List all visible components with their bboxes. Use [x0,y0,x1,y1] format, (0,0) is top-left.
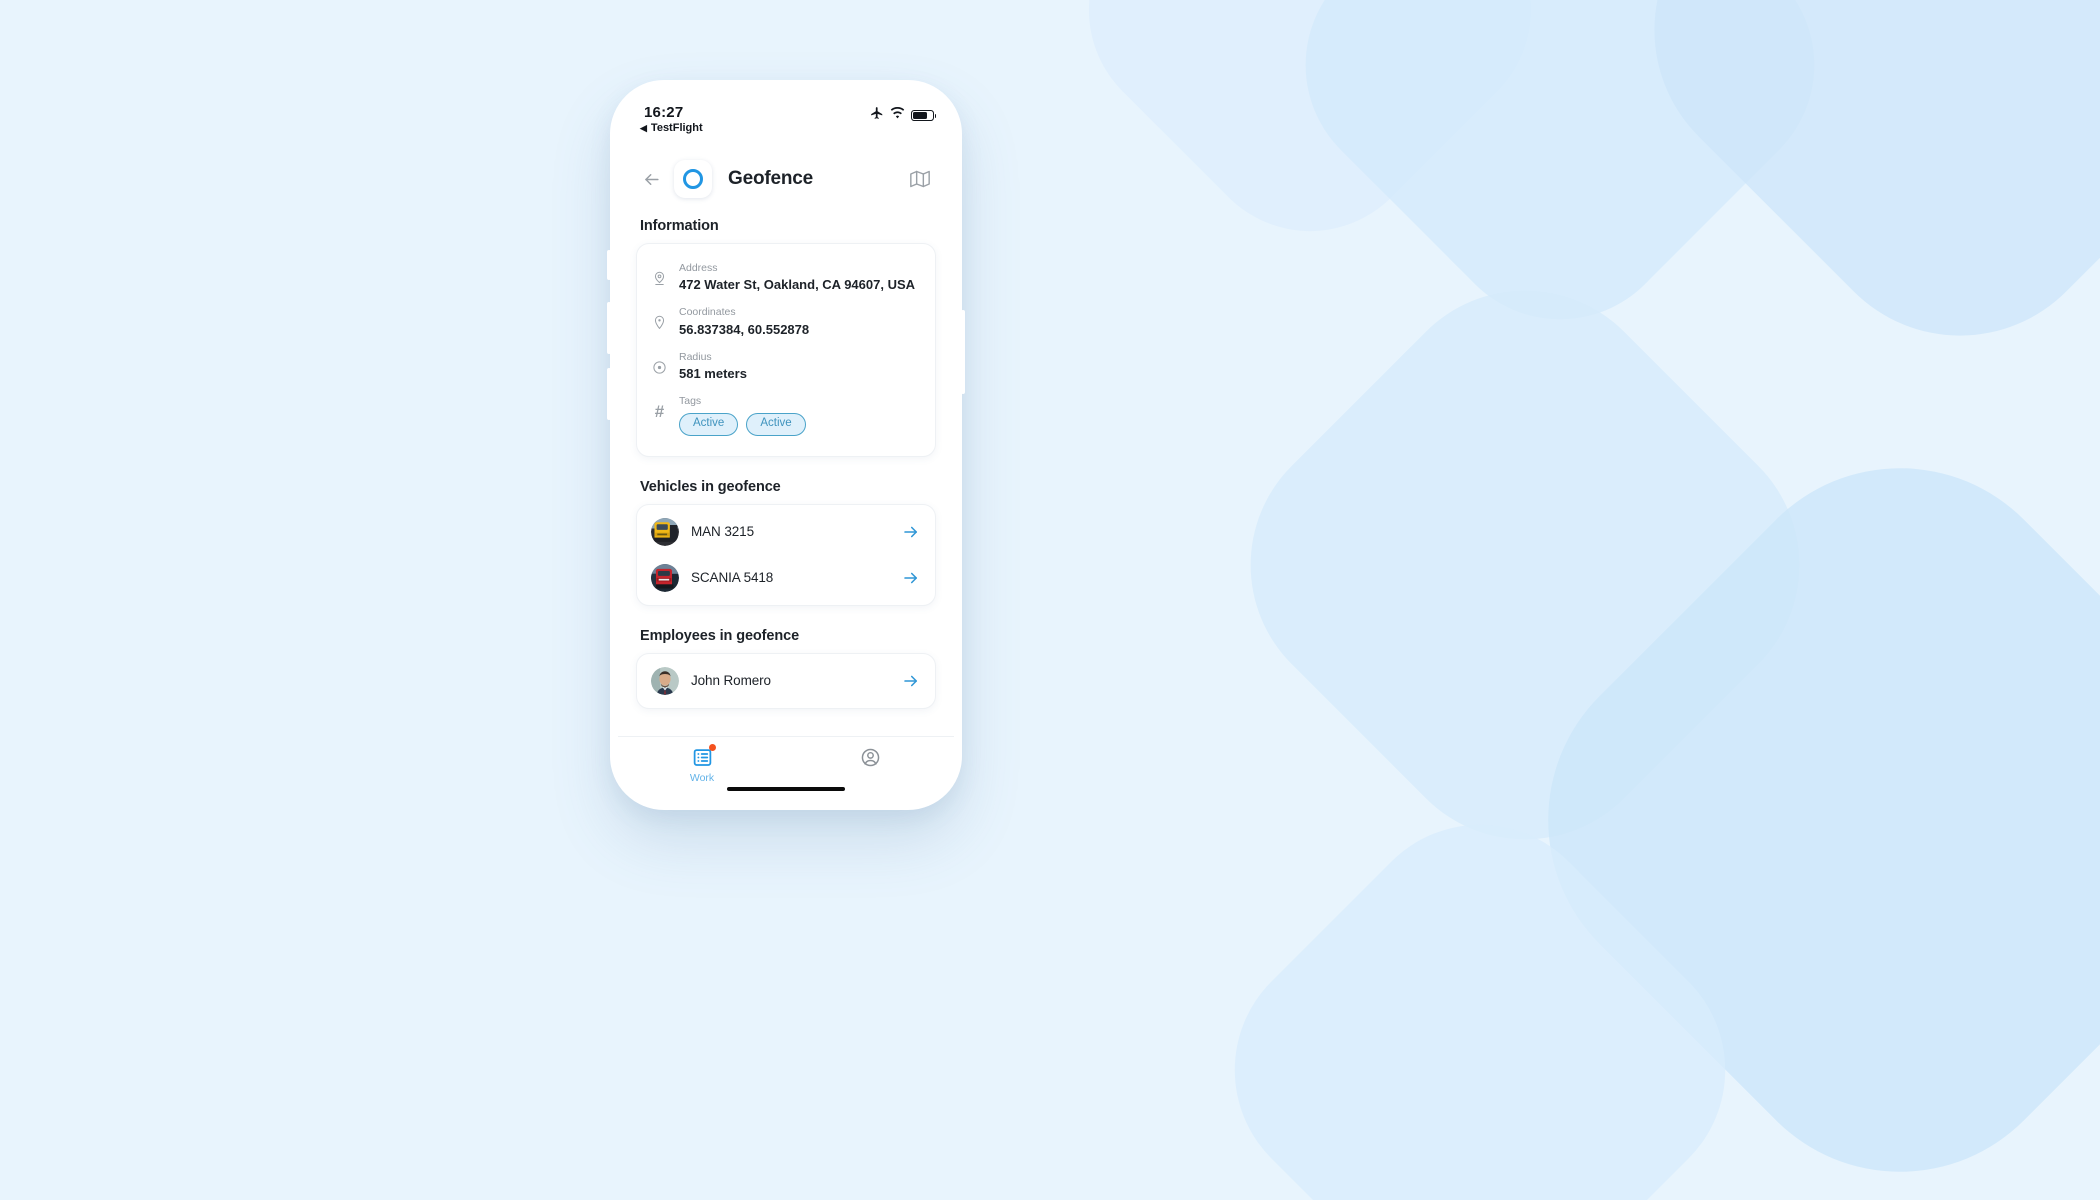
list-item[interactable]: SCANIA 5418 [637,555,935,601]
phone-screen: 16:27 ◀ TestFlight Geofence Information … [618,88,954,802]
wifi-icon [890,106,905,125]
background-decoration [0,0,2100,1200]
work-list-icon [690,744,716,769]
hash-icon: # [654,402,665,422]
mute-switch[interactable] [607,250,611,280]
tab-work[interactable]: Work [618,744,786,784]
status-bar-indicators [870,106,937,125]
map-button[interactable] [906,165,934,193]
info-value: 472 Water St, Oakland, CA 94607, USA [679,277,916,293]
tab-account[interactable] [786,745,954,772]
information-card: Address 472 Water St, Oakland, CA 94607,… [636,243,936,457]
info-value: 56.837384, 60.552878 [679,321,810,337]
page-title: Geofence [728,168,813,189]
page-background: 16:27 ◀ TestFlight Geofence Information … [0,0,2100,1200]
status-badge[interactable]: Active [679,413,739,436]
info-label: Address [679,262,718,274]
info-label: Radius [679,350,712,363]
vehicles-card: MAN 3215 SCANIA 5418 [636,503,936,606]
arrow-right-icon[interactable] [901,522,921,542]
phone-mockup: 16:27 ◀ TestFlight Geofence Information … [607,80,965,810]
content-scroll-area[interactable]: Information Address 472 Water St, Oaklan… [618,208,954,736]
account-circle-icon [858,745,882,769]
list-item[interactable]: John Romero [637,658,935,704]
truck-red-photo [651,563,679,592]
tab-label: Work [689,772,715,784]
vehicles-section-title: Vehicles in geofence [640,478,781,495]
map-pin-icon [651,314,668,331]
employees-section-title: Employees in geofence [640,627,800,644]
truck-yellow-photo [651,517,679,546]
notification-badge [709,744,716,751]
geofence-icon-tile [674,160,712,198]
list-item-label: MAN 3215 [691,524,754,540]
info-row-coordinates: Coordinates 56.837384, 60.552878 [651,300,921,344]
radius-circle-icon [651,359,668,376]
return-app-label: TestFlight [650,122,703,134]
power-button[interactable] [961,310,965,394]
geofence-circle-icon [683,169,703,189]
list-item-label: SCANIA 5418 [691,570,774,586]
back-triangle-icon: ◀ [640,122,647,133]
employees-card: John Romero [636,652,936,709]
info-row-radius: Radius 581 meters [651,345,921,389]
info-label: Tags [679,395,702,408]
person-portrait-photo [651,666,679,695]
list-item[interactable]: MAN 3215 [637,509,935,555]
info-label: Coordinates [679,306,736,319]
volume-up-button[interactable] [607,302,611,354]
bottom-tab-bar: Work [618,736,954,802]
list-item-label: John Romero [691,673,771,689]
volume-down-button[interactable] [607,368,611,420]
info-value: 581 meters [679,365,747,381]
information-section-title: Information [640,218,719,234]
airplane-mode-icon [870,106,884,125]
arrow-right-icon[interactable] [901,671,921,691]
info-row-tags: # Tags Active Active [651,389,921,442]
status-badge[interactable]: Active [746,413,806,436]
home-indicator[interactable] [727,786,845,791]
status-bar: 16:27 ◀ TestFlight [618,88,954,146]
tag-list: Active Active [679,413,921,436]
back-button[interactable] [638,166,664,192]
info-row-address: Address 472 Water St, Oakland, CA 94607,… [651,256,921,300]
app-header: Geofence [618,146,954,208]
battery-icon [911,109,937,122]
map-pin-address-icon [651,270,668,287]
arrow-right-icon[interactable] [901,568,921,588]
